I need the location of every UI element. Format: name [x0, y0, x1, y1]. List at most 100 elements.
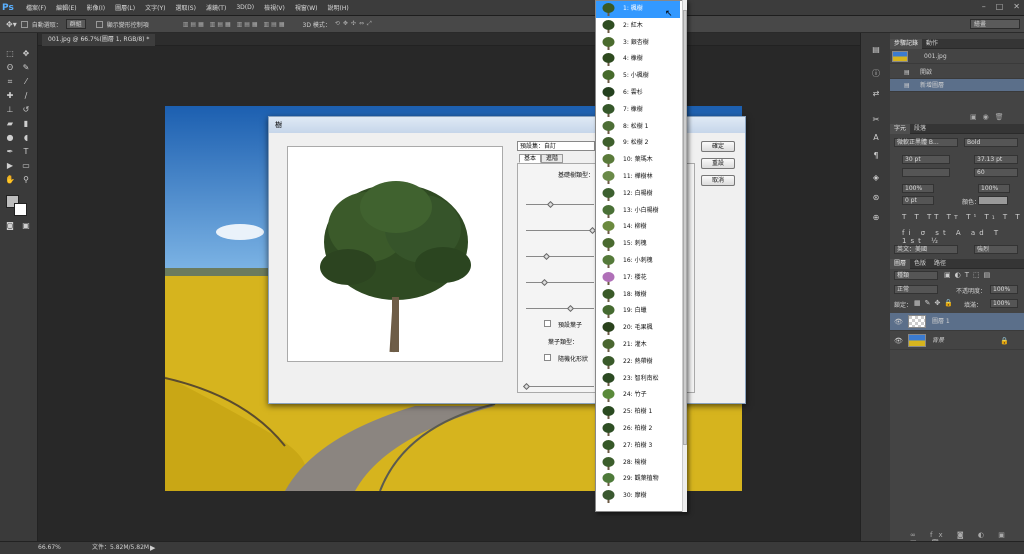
- lock-icons[interactable]: ▦✎✥🔒: [914, 299, 957, 307]
- layer-row-background[interactable]: 👁 背景 🔒: [890, 332, 1024, 350]
- character-panel-icon[interactable]: A: [870, 133, 882, 143]
- slider-3[interactable]: [526, 252, 594, 261]
- history-brush-icon[interactable]: ↺: [20, 105, 32, 115]
- tree-type-option[interactable]: 17: 櫻花: [596, 270, 680, 287]
- language-dropdown[interactable]: 英文：美國: [894, 245, 958, 254]
- menu-window[interactable]: 視窗(W): [290, 3, 323, 12]
- tracking-field[interactable]: 60: [974, 168, 1018, 177]
- paragraph-panel-icon[interactable]: ¶: [870, 151, 882, 161]
- horizontal-scale-field[interactable]: 100%: [978, 184, 1010, 193]
- zoom-tool-icon[interactable]: ⚲: [20, 175, 32, 185]
- tree-type-option[interactable]: 30: 摩樹: [596, 488, 680, 505]
- eyedropper-icon[interactable]: ⁄: [20, 77, 32, 87]
- layer-filter-icons[interactable]: ▣◐T⬚▤: [944, 271, 994, 279]
- zoom-level[interactable]: 66.67%: [38, 542, 61, 554]
- move-icon[interactable]: ✥: [20, 49, 32, 59]
- quick-mask-icon[interactable]: ◙: [4, 221, 16, 231]
- tree-type-option[interactable]: 7: 橡樹: [596, 102, 680, 119]
- info-panel-icon[interactable]: ⓘ: [870, 69, 882, 79]
- baseline-shift-field[interactable]: 0 pt: [902, 196, 934, 205]
- auto-select-checkbox[interactable]: [20, 20, 28, 28]
- menu-edit[interactable]: 編輯(E): [51, 3, 81, 12]
- visibility-eye-icon[interactable]: 👁: [894, 332, 903, 350]
- tree-type-option[interactable]: 6: 雲杉: [596, 85, 680, 102]
- brush-tool-icon[interactable]: ∕: [20, 91, 32, 101]
- tree-type-option[interactable]: 15: 刺槐: [596, 236, 680, 253]
- text-color-swatch[interactable]: [978, 196, 1008, 205]
- anti-alias-dropdown[interactable]: 強烈: [974, 245, 1018, 254]
- ok-button[interactable]: 確定: [701, 141, 735, 152]
- maximize-icon[interactable]: □: [996, 2, 1004, 11]
- screen-mode-icon[interactable]: ▣: [20, 221, 32, 231]
- hand-tool-icon[interactable]: ✋: [4, 175, 16, 185]
- tree-type-option[interactable]: 12: 白楊樹: [596, 186, 680, 203]
- tree-type-option[interactable]: 23: 智利南松: [596, 371, 680, 388]
- gradient-tool-icon[interactable]: ▮: [20, 119, 32, 129]
- slider-6[interactable]: [522, 382, 594, 391]
- menu-select[interactable]: 選取(S): [170, 3, 201, 12]
- 3d-mode-icons[interactable]: ⟲✥✣⇔⤢: [335, 20, 375, 28]
- quick-select-icon[interactable]: ✎: [20, 63, 32, 73]
- brush-panel-icon[interactable]: ⊛: [870, 193, 882, 203]
- slider-2[interactable]: [526, 226, 597, 235]
- tab-actions[interactable]: 動作: [922, 39, 942, 49]
- lasso-tool-icon[interactable]: ʘ: [4, 63, 16, 73]
- shape-tool-icon[interactable]: ▭: [20, 161, 32, 171]
- font-size-field[interactable]: 30 pt: [902, 155, 950, 164]
- eraser-tool-icon[interactable]: ▰: [4, 119, 16, 129]
- history-item-new-layer[interactable]: ▤ 新增圖層: [890, 79, 1024, 92]
- tree-type-option[interactable]: 26: 柏樹 2: [596, 421, 680, 438]
- menu-image[interactable]: 影像(I): [82, 3, 110, 12]
- tree-type-option[interactable]: 13: 小白楊樹: [596, 203, 680, 220]
- align-icons[interactable]: ▥▤▦ ▥▤▦ ▥▤▦ ▥▤▦: [183, 21, 287, 28]
- tree-type-option[interactable]: 18: 橄樹: [596, 287, 680, 304]
- tab-layers[interactable]: 圖層: [890, 259, 911, 269]
- tree-type-option[interactable]: 11: 樺樹林: [596, 169, 680, 186]
- tab-advanced[interactable]: 進階: [541, 154, 564, 163]
- workspace-dropdown[interactable]: 繪畫: [970, 19, 1020, 29]
- menu-view[interactable]: 檢視(V): [259, 3, 290, 12]
- 3d-panel-icon[interactable]: ◈: [870, 173, 882, 183]
- font-family-dropdown[interactable]: 微軟正黑體 B...: [894, 138, 958, 147]
- tools-preset-icon[interactable]: ✂: [870, 115, 882, 125]
- tree-type-option[interactable]: 25: 柏樹 1: [596, 404, 680, 421]
- reset-button[interactable]: 重設: [701, 158, 735, 169]
- marquee-tool-icon[interactable]: ⬚: [4, 49, 16, 59]
- tree-type-option[interactable]: 20: 毛果楓: [596, 320, 680, 337]
- blur-tool-icon[interactable]: ●: [4, 133, 16, 143]
- tree-type-option[interactable]: 4: 橡樹: [596, 51, 680, 68]
- status-menu-icon[interactable]: ▶: [150, 542, 155, 554]
- history-footer-icons[interactable]: ▣◉🗑: [970, 113, 1010, 121]
- history-panel-icon[interactable]: ▤: [870, 45, 882, 55]
- leading-field[interactable]: 37.13 pt: [974, 155, 1018, 164]
- opacity-field[interactable]: 100%: [990, 285, 1018, 294]
- tab-character[interactable]: 字元: [890, 124, 911, 134]
- dodge-tool-icon[interactable]: ◖: [20, 133, 32, 143]
- slider-1[interactable]: [526, 200, 594, 209]
- transform-controls-checkbox[interactable]: [95, 20, 103, 28]
- menu-file[interactable]: 檔案(F): [21, 3, 51, 12]
- pen-tool-icon[interactable]: ✒: [4, 147, 16, 157]
- menu-help[interactable]: 說明(H): [323, 3, 354, 12]
- tab-channels[interactable]: 色版: [910, 259, 930, 269]
- close-icon[interactable]: ✕: [1013, 2, 1020, 11]
- tree-type-option[interactable]: 16: 小刺槐: [596, 253, 680, 270]
- document-tab[interactable]: 001.jpg @ 66.7%(圖層 1, RGB/8) *: [42, 34, 156, 46]
- path-select-icon[interactable]: ▶: [4, 161, 16, 171]
- history-item-open[interactable]: ▤ 開啟: [890, 66, 1024, 79]
- tree-type-option[interactable]: 8: 松樹 1: [596, 119, 680, 136]
- menu-filter[interactable]: 濾鏡(T): [201, 3, 231, 12]
- layer-name[interactable]: 背景: [932, 332, 944, 350]
- auto-select-dropdown[interactable]: 群組: [65, 19, 86, 29]
- tree-type-option[interactable]: 27: 柏樹 3: [596, 438, 680, 455]
- menu-3d[interactable]: 3D(D): [231, 4, 259, 11]
- font-style-dropdown[interactable]: Bold: [964, 138, 1018, 147]
- tab-history[interactable]: 步驟記錄: [890, 39, 923, 49]
- type-tool-icon[interactable]: T: [20, 147, 32, 157]
- menu-layer[interactable]: 圖層(L): [110, 3, 140, 12]
- type-style-buttons[interactable]: T T TT Tт T¹ T₁ T T: [902, 213, 1023, 221]
- kerning-field[interactable]: [902, 168, 950, 177]
- crop-tool-icon[interactable]: ⌗: [4, 77, 16, 87]
- history-snapshot[interactable]: 001.jpg: [890, 50, 1024, 64]
- tab-paths[interactable]: 路徑: [930, 259, 950, 269]
